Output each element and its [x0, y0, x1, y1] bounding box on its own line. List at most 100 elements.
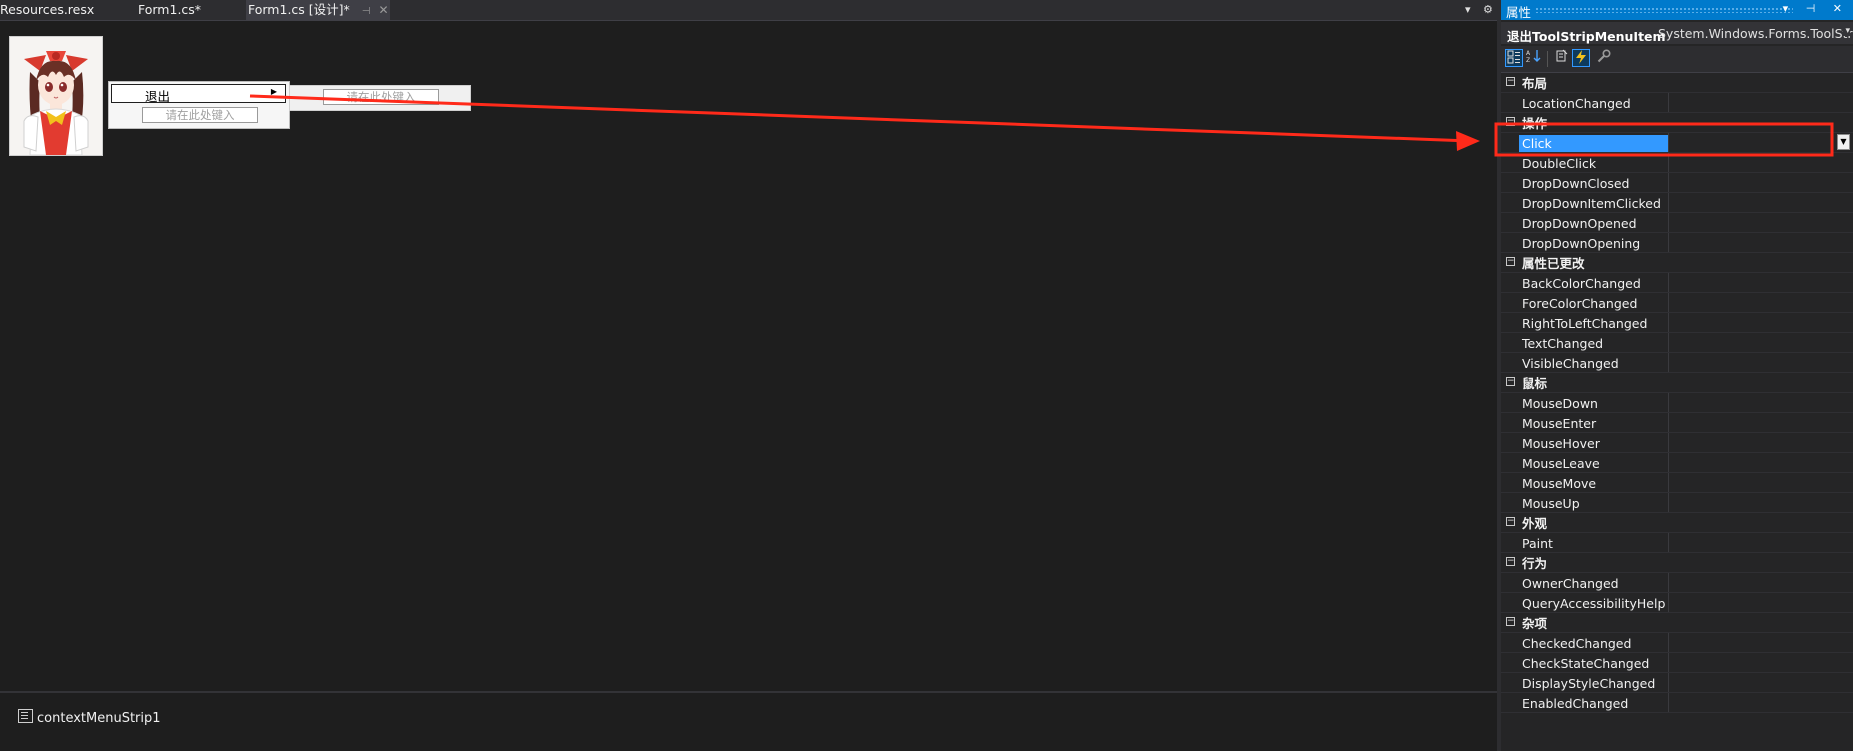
event-name: DisplayStyleChanged — [1522, 676, 1656, 691]
collapse-toggle-icon[interactable]: − — [1506, 77, 1515, 86]
events-icon[interactable] — [1572, 49, 1590, 67]
grid-event-row[interactable]: MouseEnter — [1501, 413, 1853, 433]
grid-event-row[interactable]: BackColorChanged — [1501, 273, 1853, 293]
tray-item-label: contextMenuStrip1 — [37, 711, 161, 726]
column-divider — [1668, 653, 1669, 672]
event-grid: − 布局 LocationChanged − 操作 Click ▼ DoubleClick Dr… — [1501, 73, 1853, 713]
event-name: TextChanged — [1522, 336, 1604, 351]
column-divider — [1668, 393, 1669, 412]
category-label: 杂项 — [1522, 616, 1548, 631]
category-label: 操作 — [1522, 116, 1548, 131]
tab-form1-cs[interactable]: Form1.cs* — [138, 0, 238, 20]
grid-category-row[interactable]: − 布局 — [1501, 73, 1853, 93]
event-name: LocationChanged — [1522, 96, 1631, 111]
event-name: MouseLeave — [1522, 456, 1600, 471]
event-name: QueryAccessibilityHelp — [1522, 596, 1666, 611]
document-tab-strip: Resources.resx Form1.cs* Form1.cs [设计]* ⊣… — [0, 0, 1497, 20]
grid-event-row[interactable]: CheckedChanged — [1501, 633, 1853, 653]
event-name: MouseUp — [1522, 496, 1580, 511]
column-divider — [1668, 673, 1669, 692]
event-name: Click — [1519, 135, 1668, 152]
grid-category-row[interactable]: − 鼠标 — [1501, 373, 1853, 393]
grid-event-row[interactable]: EnabledChanged — [1501, 693, 1853, 713]
collapse-toggle-icon[interactable]: − — [1506, 517, 1515, 526]
collapse-toggle-icon[interactable]: − — [1506, 377, 1515, 386]
column-divider — [1668, 353, 1669, 372]
grid-event-row[interactable]: DisplayStyleChanged — [1501, 673, 1853, 693]
collapse-toggle-icon[interactable]: − — [1506, 557, 1515, 566]
menu-item-exit-label: 退出 — [145, 89, 171, 104]
close-tab-icon[interactable]: ✕ — [379, 3, 389, 17]
event-name: DropDownClosed — [1522, 176, 1630, 191]
submenu-type-here-input[interactable]: 请在此处键入 — [323, 89, 439, 105]
menu-item-exit[interactable]: 退出 ▶ — [111, 84, 286, 104]
column-divider — [1668, 333, 1669, 352]
column-divider — [1668, 93, 1669, 112]
grid-event-row[interactable]: DropDownItemClicked — [1501, 193, 1853, 213]
column-divider — [1668, 593, 1669, 612]
grid-category-row[interactable]: − 属性已更改 — [1501, 253, 1853, 273]
picturebox-anime-girl-image[interactable] — [9, 36, 103, 156]
properties-toolbar: AZ — [1501, 46, 1853, 73]
submenu-design[interactable]: 请在此处键入 — [289, 85, 471, 111]
tab-resources-resx[interactable]: Resources.resx — [0, 0, 120, 20]
event-name: DropDownOpened — [1522, 216, 1637, 231]
tab-label: Form1.cs* — [138, 2, 202, 17]
column-divider — [1668, 693, 1669, 712]
grid-event-row[interactable]: MouseMove — [1501, 473, 1853, 493]
event-name: VisibleChanged — [1522, 356, 1619, 371]
grid-event-row[interactable]: DoubleClick — [1501, 153, 1853, 173]
grid-event-row[interactable]: OwnerChanged — [1501, 573, 1853, 593]
grid-category-row[interactable]: − 操作 — [1501, 113, 1853, 133]
title-bar-buttons[interactable]: ▾ ⊣ ✕ — [1783, 2, 1849, 15]
column-divider — [1668, 573, 1669, 592]
menu-type-here-input[interactable]: 请在此处键入 — [142, 107, 258, 123]
collapse-toggle-icon[interactable]: − — [1506, 617, 1515, 626]
grid-event-row[interactable]: DropDownOpened — [1501, 213, 1853, 233]
grid-event-row[interactable]: Paint — [1501, 533, 1853, 553]
collapse-toggle-icon[interactable]: − — [1506, 117, 1515, 126]
tab-overflow-dropdown-icon[interactable]: ▾ — [1465, 0, 1471, 20]
tab-form1-designer[interactable]: Form1.cs [设计]* ⊣ ✕ — [246, 0, 390, 20]
chevron-down-icon[interactable]: ▾ — [1843, 26, 1850, 36]
column-divider — [1668, 433, 1669, 452]
grid-event-row[interactable]: Click ▼ — [1501, 133, 1853, 153]
property-pages-icon[interactable] — [1595, 49, 1613, 67]
grid-event-row[interactable]: LocationChanged — [1501, 93, 1853, 113]
grid-category-row[interactable]: − 行为 — [1501, 553, 1853, 573]
properties-icon[interactable] — [1552, 49, 1570, 67]
grid-event-row[interactable]: MouseDown — [1501, 393, 1853, 413]
grid-event-row[interactable]: MouseUp — [1501, 493, 1853, 513]
grid-event-row[interactable]: ForeColorChanged — [1501, 293, 1853, 313]
grid-event-row[interactable]: DropDownClosed — [1501, 173, 1853, 193]
event-name: OwnerChanged — [1522, 576, 1619, 591]
event-name: MouseHover — [1522, 436, 1600, 451]
grid-event-row[interactable]: CheckStateChanged — [1501, 653, 1853, 673]
grid-event-row[interactable]: RightToLeftChanged — [1501, 313, 1853, 333]
grid-event-row[interactable]: TextChanged — [1501, 333, 1853, 353]
grid-category-row[interactable]: − 杂项 — [1501, 613, 1853, 633]
column-divider — [1668, 213, 1669, 232]
categorized-icon[interactable] — [1505, 49, 1523, 67]
object-selector[interactable]: 退出ToolStripMenuItem System.Windows.Forms… — [1501, 22, 1853, 44]
context-menu-strip-design[interactable]: 退出 ▶ 请在此处键入 — [108, 81, 290, 129]
tray-item-contextmenustrip1[interactable]: contextMenuStrip1 — [18, 709, 161, 726]
column-divider — [1668, 273, 1669, 292]
grid-event-row[interactable]: DropDownOpening — [1501, 233, 1853, 253]
event-handler-dropdown-icon[interactable]: ▼ — [1837, 134, 1850, 150]
alphabetical-icon[interactable]: AZ — [1525, 49, 1543, 67]
object-type: System.Windows.Forms.ToolStripMenuItem — [1658, 26, 1853, 41]
pin-tab-icon[interactable]: ⊣ — [362, 6, 371, 17]
event-name: DropDownOpening — [1522, 236, 1641, 251]
anime-girl-illustration — [10, 37, 102, 155]
properties-title-bar[interactable]: 属性 ▾ ⊣ ✕ — [1501, 0, 1853, 20]
event-name: MouseEnter — [1522, 416, 1597, 431]
grid-event-row[interactable]: VisibleChanged — [1501, 353, 1853, 373]
grid-event-row[interactable]: QueryAccessibilityHelp — [1501, 593, 1853, 613]
event-name: EnabledChanged — [1522, 696, 1629, 711]
grid-category-row[interactable]: − 外观 — [1501, 513, 1853, 533]
grid-event-row[interactable]: MouseLeave — [1501, 453, 1853, 473]
settings-gear-icon[interactable]: ⚙ — [1483, 0, 1493, 20]
collapse-toggle-icon[interactable]: − — [1506, 257, 1515, 266]
grid-event-row[interactable]: MouseHover — [1501, 433, 1853, 453]
